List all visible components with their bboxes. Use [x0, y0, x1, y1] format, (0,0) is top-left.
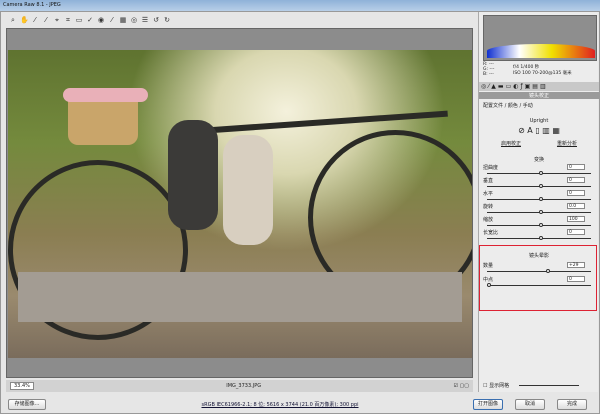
basic-tab-icon[interactable]: ◎: [481, 83, 486, 90]
slider-knob[interactable]: [539, 223, 543, 227]
done-button[interactable]: 完成: [557, 399, 587, 410]
crop-icon[interactable]: ⌗: [64, 16, 72, 24]
slider-label: 水平: [483, 191, 494, 197]
rotate-left-icon[interactable]: ↺: [152, 16, 160, 24]
camera-calibration-tab-icon[interactable]: ▣: [525, 83, 531, 90]
fx-tab-icon[interactable]: ƒ: [520, 83, 522, 90]
save-image-button[interactable]: 存储图像...: [8, 399, 46, 410]
window-title: Camera Raw 8.1 - JPEG: [3, 2, 61, 8]
histogram: [483, 15, 597, 61]
color-sampler-icon[interactable]: ⁄: [42, 16, 50, 24]
slider-label: 扭曲度: [483, 165, 499, 171]
right-panel: R: --- G: --- B: --- f/4 1/400 秒 ISO 100…: [478, 12, 599, 392]
slider-value-input[interactable]: 0: [567, 177, 585, 183]
red-eye-icon[interactable]: ◉: [97, 16, 105, 24]
slider-label: 垂直: [483, 178, 494, 184]
preview-toggle[interactable]: ☑ ▢▢: [453, 383, 469, 389]
straighten-icon[interactable]: ▭: [75, 16, 83, 24]
toolbar: ⌕ ✋ ⁄ ⁄ ⌖ ⌗ ▭ ✓ ◉ ⁄ ▦ ◎ ☰ ↺ ↻: [6, 14, 476, 26]
upright-buttons[interactable]: ⊘ A ▯ ▥ ▦: [483, 126, 595, 135]
slider-knob[interactable]: [539, 197, 543, 201]
graduated-filter-icon[interactable]: ▦: [119, 16, 127, 24]
split-toning-tab-icon[interactable]: ▭: [506, 83, 512, 90]
slider-value-input[interactable]: 100: [567, 216, 585, 222]
slider-track[interactable]: [487, 236, 591, 240]
image-info: R: --- G: --- B: --- f/4 1/400 秒 ISO 100…: [483, 62, 572, 77]
slider-knob[interactable]: [539, 184, 543, 188]
targeted-adjustment-icon[interactable]: ⌖: [53, 16, 61, 24]
hand-icon[interactable]: ✋: [20, 16, 29, 24]
slider-row: 水平 0: [483, 190, 595, 201]
slider-value-input[interactable]: 0.0: [567, 203, 585, 209]
rotate-right-icon[interactable]: ↻: [163, 16, 171, 24]
slider-row: 扭曲度 0: [483, 164, 595, 175]
slider-label: 缩放: [483, 217, 494, 223]
slider-label: 旋转: [483, 204, 494, 210]
hsl-tab-icon[interactable]: ▬: [498, 83, 504, 90]
slider-track[interactable]: [487, 197, 591, 201]
file-name: IMG_3733.JPG: [226, 383, 262, 389]
lens-tab-icon[interactable]: ◐: [513, 83, 518, 90]
reanalyze-link[interactable]: 重新分析: [557, 140, 577, 147]
slider-track[interactable]: [487, 171, 591, 175]
vignette-highlight: [479, 245, 597, 311]
workflow-options-link[interactable]: sRGB IEC61966-2.1; 8 位; 5616 x 3744 (21.…: [150, 401, 410, 408]
show-grid-checkbox[interactable]: ☐ 显示网格: [483, 382, 595, 389]
cancel-button[interactable]: 取消: [515, 399, 545, 410]
slider-label: 长宽比: [483, 230, 499, 236]
open-image-button[interactable]: 打开图像: [473, 399, 503, 410]
snapshots-tab-icon[interactable]: ▥: [540, 83, 546, 90]
blurred-overlay: [18, 272, 462, 322]
iso-info: ISO 100 70-200@135 毫米: [513, 71, 572, 76]
zoom-icon[interactable]: ⌕: [9, 16, 17, 24]
slider-track[interactable]: [487, 223, 591, 227]
title-bar: Camera Raw 8.1 - JPEG: [0, 0, 600, 11]
detail-tab-icon[interactable]: ▲: [491, 83, 496, 90]
slider-row: 垂直 0: [483, 177, 595, 188]
enable-correction-link[interactable]: 启用校正: [501, 140, 521, 147]
white-balance-icon[interactable]: ⁄: [31, 16, 39, 24]
panel-tabs: ◎ ⁄ ▲ ▬ ▭ ◐ ƒ ▣ ▤ ▥: [479, 82, 599, 91]
slider-knob[interactable]: [539, 171, 543, 175]
slider-knob[interactable]: [539, 210, 543, 214]
transform-title: 变换: [533, 157, 544, 163]
slider-track[interactable]: [487, 184, 591, 188]
slider-value-input[interactable]: 0: [567, 229, 585, 235]
slider-track[interactable]: [487, 210, 591, 214]
preferences-icon[interactable]: ☰: [141, 16, 149, 24]
tone-curve-tab-icon[interactable]: ⁄: [488, 83, 489, 90]
lens-subtabs[interactable]: 配置文件 / 颜色 / 手动: [483, 102, 595, 109]
slider-row: 缩放 100: [483, 216, 595, 227]
upright-label: Upright: [529, 118, 549, 124]
slider-row: 长宽比 0: [483, 229, 595, 240]
slider-value-input[interactable]: 0: [567, 190, 585, 196]
presets-tab-icon[interactable]: ▤: [532, 83, 538, 90]
status-bar: 33.4% IMG_3733.JPG ☑ ▢▢: [6, 380, 473, 392]
spot-removal-icon[interactable]: ✓: [86, 16, 94, 24]
adjustment-brush-icon[interactable]: ⁄: [108, 16, 116, 24]
panel-title: 镜头校正: [479, 92, 599, 99]
slider-row: 旋转 0.0: [483, 203, 595, 214]
zoom-select[interactable]: 33.4%: [10, 382, 34, 390]
slider-knob[interactable]: [539, 236, 543, 240]
slider-value-input[interactable]: 0: [567, 164, 585, 170]
radial-filter-icon[interactable]: ◎: [130, 16, 138, 24]
